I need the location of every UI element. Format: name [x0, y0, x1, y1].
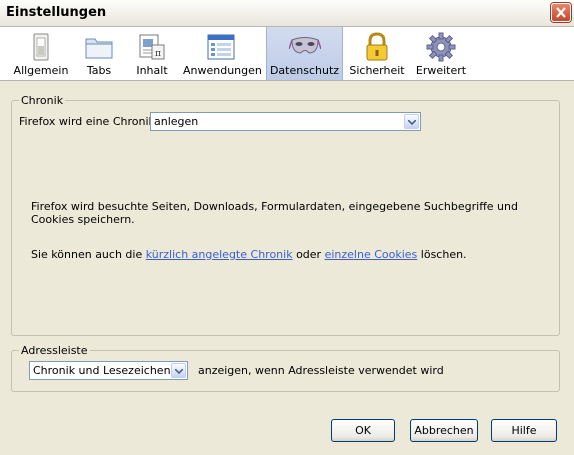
tab-label: Datenschutz: [269, 64, 340, 77]
preferences-toolbar: Allgemein Tabs π Inhalt Anwendungen Date…: [0, 27, 574, 81]
tab-allgemein[interactable]: Allgemein: [12, 27, 70, 80]
cancel-button[interactable]: Abbrechen: [410, 419, 478, 442]
tab-datenschutz[interactable]: Datenschutz: [266, 27, 343, 80]
close-icon: [556, 7, 566, 18]
padlock-icon: [366, 32, 388, 61]
tab-inhalt[interactable]: π Inhalt: [128, 27, 176, 80]
chevron-down-icon[interactable]: [404, 114, 419, 129]
tab-sicherheit[interactable]: Sicherheit: [349, 27, 405, 80]
switch-icon: [33, 33, 49, 61]
close-button[interactable]: [551, 3, 571, 22]
mask-icon: [288, 37, 321, 54]
application-window-icon: [207, 34, 235, 60]
adressleiste-legend: Adressleiste: [19, 344, 90, 357]
chronik-label: Firefox wird eine Chronik:: [19, 115, 159, 128]
tab-anwendungen[interactable]: Anwendungen: [183, 27, 262, 80]
clear-prefix: Sie können auch die: [31, 248, 146, 261]
tab-label: Allgemein: [13, 64, 69, 77]
chronik-legend: Chronik: [19, 94, 66, 107]
chevron-down-icon[interactable]: [171, 363, 186, 378]
help-button[interactable]: Hilfe: [491, 419, 557, 442]
recent-history-link[interactable]: kürzlich angelegte Chronik: [146, 248, 293, 261]
clear-suffix: löschen.: [417, 248, 467, 261]
folder-icon: [85, 38, 113, 59]
individual-cookies-link[interactable]: einzelne Cookies: [325, 248, 418, 261]
tab-label: Anwendungen: [183, 64, 262, 77]
svg-text:π: π: [155, 49, 161, 59]
adressleiste-select[interactable]: Chronik und Lesezeichen: [29, 361, 188, 380]
chronik-select-value: anlegen: [154, 115, 199, 128]
tab-label: Erweitert: [415, 64, 467, 77]
adressleiste-suffix: anzeigen, wenn Adressleiste verwendet wi…: [198, 364, 444, 377]
window-title: Einstellungen: [6, 5, 107, 20]
ok-button[interactable]: OK: [331, 419, 395, 442]
gear-icon: [426, 32, 456, 62]
adressleiste-select-value: Chronik und Lesezeichen: [33, 364, 171, 377]
tab-label: Inhalt: [136, 64, 168, 77]
clear-middle: oder: [292, 248, 325, 261]
tab-tabs[interactable]: Tabs: [75, 27, 123, 80]
chronik-clear-text: Sie können auch die kürzlich angelegte C…: [31, 248, 541, 261]
chronik-description: Firefox wird besuchte Seiten, Downloads,…: [31, 200, 518, 226]
tab-label: Sicherheit: [349, 64, 405, 77]
title-bar: Einstellungen: [0, 0, 574, 27]
chronik-select[interactable]: anlegen: [150, 112, 421, 131]
tab-label: Tabs: [86, 64, 112, 77]
tab-erweitert[interactable]: Erweitert: [413, 27, 469, 80]
document-icon: π: [139, 34, 165, 60]
